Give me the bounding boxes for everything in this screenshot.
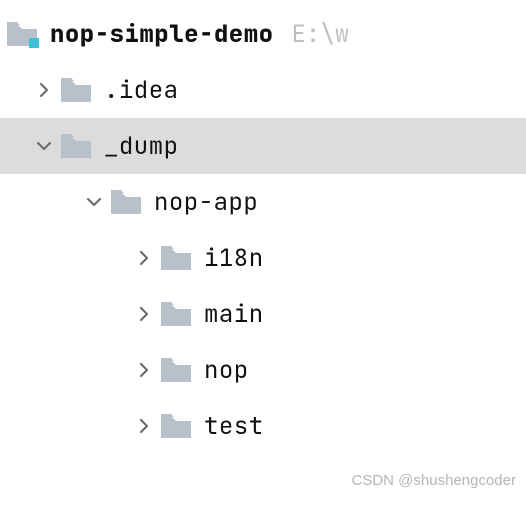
tree-row[interactable]: .idea: [0, 62, 526, 118]
folder-icon: [158, 240, 194, 276]
tree-row[interactable]: nop: [0, 342, 526, 398]
chevron-right-icon[interactable]: [30, 82, 58, 98]
tree-label: .idea: [104, 75, 179, 106]
folder-icon: [58, 128, 94, 164]
folder-icon: [4, 16, 40, 52]
chevron-right-icon[interactable]: [130, 250, 158, 266]
chevron-down-icon[interactable]: [30, 138, 58, 154]
chevron-right-icon[interactable]: [130, 362, 158, 378]
watermark-text: CSDN @shushengcoder: [352, 472, 516, 489]
tree-label: test: [204, 411, 264, 442]
tree-label: main: [204, 299, 264, 330]
tree-row[interactable]: _dump: [0, 118, 526, 174]
chevron-right-icon[interactable]: [130, 418, 158, 434]
folder-icon: [158, 296, 194, 332]
folder-icon: [58, 72, 94, 108]
tree-label: _dump: [104, 131, 179, 162]
folder-icon: [158, 408, 194, 444]
project-tree: nop-simple-demo E:\w .idea _dump nop-app: [0, 0, 526, 454]
folder-icon: [108, 184, 144, 220]
folder-icon: [158, 352, 194, 388]
tree-row[interactable]: main: [0, 286, 526, 342]
tree-row-root[interactable]: nop-simple-demo E:\w: [0, 6, 526, 62]
tree-row[interactable]: test: [0, 398, 526, 454]
tree-row[interactable]: nop-app: [0, 174, 526, 230]
tree-label: nop: [204, 355, 249, 386]
chevron-right-icon[interactable]: [130, 306, 158, 322]
chevron-down-icon[interactable]: [80, 194, 108, 210]
tree-label-root: nop-simple-demo: [50, 19, 274, 50]
tree-root-path-hint: E:\w: [292, 19, 350, 50]
tree-row[interactable]: i18n: [0, 230, 526, 286]
tree-label: i18n: [204, 243, 264, 274]
tree-label: nop-app: [154, 187, 258, 218]
